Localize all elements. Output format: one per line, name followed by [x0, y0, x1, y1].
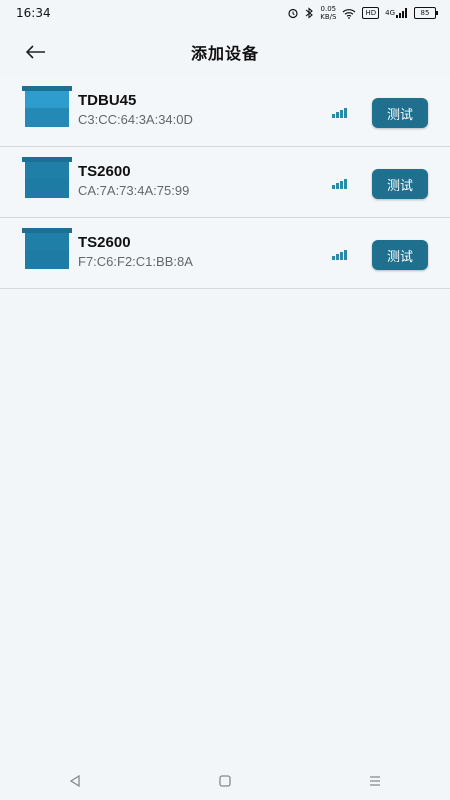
page-title: 添加设备	[190, 44, 259, 63]
signal-bar	[340, 110, 343, 118]
device-name: TS2600	[78, 234, 131, 251]
arrow-left-icon	[26, 45, 45, 59]
signal-bar	[336, 254, 339, 260]
nav-back-button[interactable]	[55, 766, 95, 796]
app-header: 添加设备	[0, 30, 450, 74]
nav-home-button[interactable]	[205, 766, 245, 796]
device-thumbnail	[22, 157, 72, 201]
signal-bar	[344, 179, 347, 189]
network-type: 4G	[385, 9, 395, 17]
signal-bar	[336, 183, 339, 189]
test-button[interactable]: 测试	[372, 98, 428, 128]
device-mac: CA:7A:73:4A:75:99	[78, 183, 190, 198]
test-button[interactable]: 测试	[372, 169, 428, 199]
wifi-icon	[342, 8, 356, 19]
alarm-icon	[287, 7, 299, 19]
status-time: 16:34	[16, 6, 51, 20]
device-row[interactable]: TS2600 F7:C6:F2:C1:BB:8A 测试	[0, 218, 450, 289]
signal-strength-icon	[332, 108, 350, 118]
signal-bar	[332, 114, 335, 118]
signal-bar	[344, 108, 347, 118]
device-thumbnail	[22, 228, 72, 272]
bluetooth-icon	[305, 7, 314, 19]
triangle-back-icon	[69, 774, 80, 788]
signal-strength-icon	[332, 179, 350, 189]
net-speed: 0.05 KB/S	[320, 5, 336, 21]
net-speed-value: 0.05	[320, 5, 337, 13]
device-thumbnail	[22, 86, 72, 130]
battery-icon: 85	[414, 7, 438, 19]
signal-bar	[336, 112, 339, 118]
test-button[interactable]: 测试	[372, 240, 428, 270]
signal-bar	[344, 250, 347, 260]
signal-bar	[332, 256, 335, 260]
square-home-icon	[219, 775, 231, 787]
hd-badge: HD	[362, 7, 380, 19]
device-row[interactable]: TDBU45 C3:CC:64:3A:34:0D 测试	[0, 76, 450, 147]
signal-bar	[340, 181, 343, 189]
device-name: TDBU45	[78, 92, 137, 109]
device-mac: F7:C6:F2:C1:BB:8A	[78, 254, 193, 269]
status-bar: 16:34 0.05 KB/S HD 4G 85	[0, 0, 450, 26]
device-name: TS2600	[78, 163, 131, 180]
device-list: TDBU45 C3:CC:64:3A:34:0D 测试 TS2600 CA:7A…	[0, 76, 450, 289]
menu-lines-icon	[370, 776, 380, 786]
signal-bar	[332, 185, 335, 189]
status-icons: 0.05 KB/S HD 4G 85	[287, 5, 438, 21]
cellular-signal-icon: 4G	[385, 8, 408, 18]
device-row[interactable]: TS2600 CA:7A:73:4A:75:99 测试	[0, 147, 450, 218]
net-speed-unit: KB/S	[320, 13, 337, 21]
nav-menu-button[interactable]	[355, 766, 395, 796]
device-mac: C3:CC:64:3A:34:0D	[78, 112, 193, 127]
back-button[interactable]	[20, 36, 52, 68]
signal-strength-icon	[332, 250, 350, 260]
signal-bar	[340, 252, 343, 260]
system-nav-bar	[0, 762, 450, 800]
